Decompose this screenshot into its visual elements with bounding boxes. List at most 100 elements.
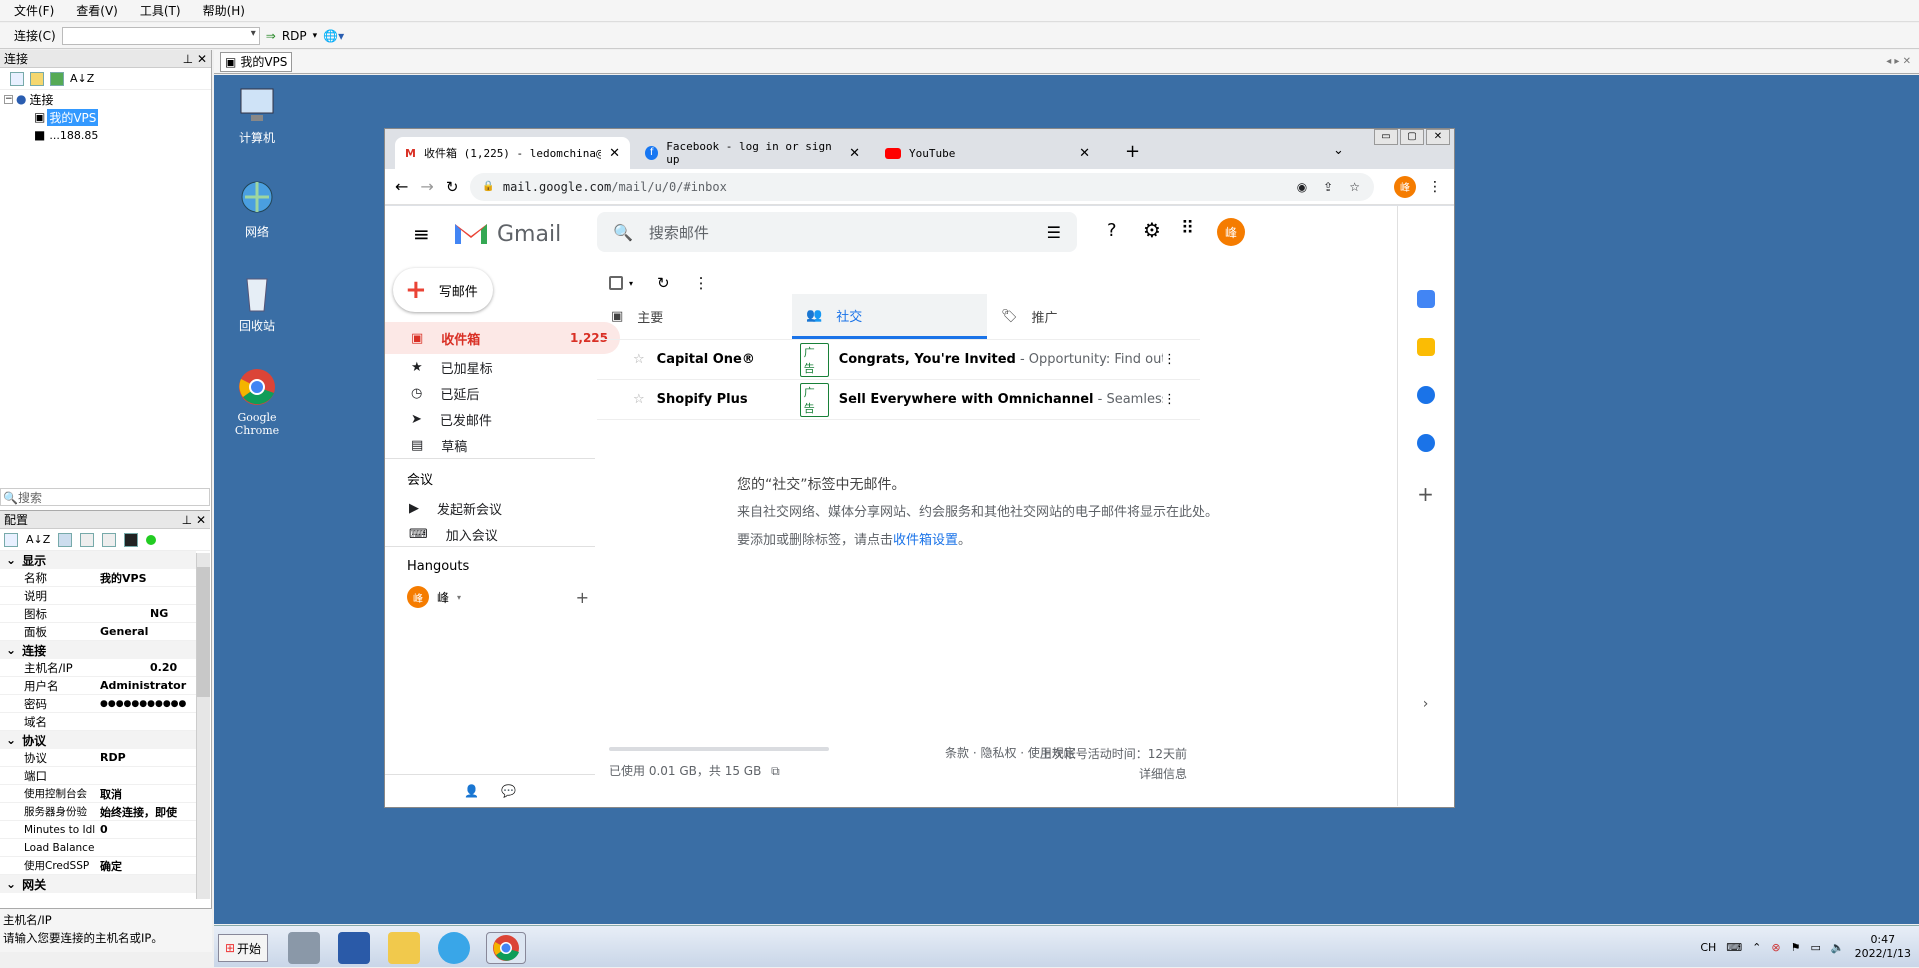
prop-row[interactable]: 面板 General (0, 623, 196, 641)
inherit-icon[interactable] (80, 532, 95, 547)
email-row[interactable]: ☆ Shopify Plus 广告 Sell Everywhere with O… (597, 380, 1200, 420)
prop-row[interactable]: 端口 (0, 767, 196, 785)
nav-starred[interactable]: ★ 已加星标 (385, 354, 625, 380)
chat-icon[interactable]: 💬 (501, 784, 516, 798)
tree-root[interactable]: − ● 连接 (4, 90, 211, 108)
menu-view[interactable]: 查看(V) (76, 2, 118, 19)
gear-icon[interactable]: ⚙ (1143, 218, 1161, 242)
minimize-button[interactable]: ▭ (1374, 129, 1398, 145)
default-icon[interactable] (102, 532, 117, 547)
prop-row[interactable]: 服务器身份验 始终连接，即使 (0, 803, 196, 821)
refresh-icon[interactable]: ↻ (657, 274, 670, 292)
prop-row[interactable]: 使用CredSSP 确定 (0, 857, 196, 875)
prop-row[interactable]: 密码 ●●●●●●●●●●● (0, 695, 196, 713)
inbox-settings-link[interactable]: 收件箱设置 (893, 533, 958, 548)
categorized-icon[interactable] (4, 532, 18, 547)
details-link[interactable]: 详细信息 (1035, 764, 1187, 784)
new-folder-icon[interactable] (30, 71, 44, 86)
sort-icon[interactable]: A↓Z (70, 72, 94, 85)
tab-promotions[interactable]: 🏷 推广 (987, 294, 1182, 339)
nav-snoozed[interactable]: ◷ 已延后 (385, 380, 625, 406)
storage-text[interactable]: 已使用 0.01 GB，共 15 GB ⧉ (609, 762, 780, 779)
tree-item-server[interactable]: ■ ...188.85 (4, 126, 211, 144)
tab-social[interactable]: 👥 社交 (792, 294, 987, 339)
section-protocol[interactable]: ⌄ 协议 (0, 731, 196, 749)
sort-icon[interactable]: A↓Z (26, 533, 50, 546)
ie-icon[interactable] (438, 932, 470, 964)
section-connection[interactable]: ⌄ 连接 (0, 641, 196, 659)
search-input[interactable]: 🔍搜索 (0, 488, 210, 506)
mail-search-box[interactable]: 🔍 搜索邮件 ☰ (597, 212, 1077, 252)
show-hidden-icon[interactable]: ⌃ (1752, 941, 1761, 954)
keep-icon[interactable] (1416, 338, 1435, 356)
apps-icon[interactable]: ⠿ (1181, 218, 1194, 239)
clock[interactable]: 0:47 2022/1/13 (1855, 933, 1911, 961)
powershell-icon[interactable] (338, 932, 370, 964)
connection-combo[interactable] (61, 26, 260, 45)
maximize-button[interactable]: ▢ (1400, 129, 1424, 145)
star-icon[interactable]: ☆ (633, 392, 645, 407)
forward-icon[interactable]: → (420, 177, 433, 196)
tab-facebook[interactable]: f Facebook - log in or sign up ✕ (635, 137, 870, 169)
new-meeting[interactable]: ▶ 发起新会议 (385, 495, 595, 521)
rdp-dropdown[interactable]: RDP (282, 29, 307, 43)
desktop-icon-recycle-bin[interactable]: 回收站 (222, 273, 292, 334)
close-tab-icon[interactable]: ✕ (609, 146, 620, 161)
tasks-icon[interactable] (1416, 386, 1435, 404)
menu-file[interactable]: 文件(F) (14, 2, 54, 19)
main-menu-icon[interactable]: ≡ (413, 222, 430, 246)
tab-scroll-icon[interactable]: ◂ ▸ ✕ (1886, 56, 1911, 67)
share-icon[interactable]: ⇪ (1323, 180, 1333, 194)
volume-icon[interactable]: 🔈 (1831, 941, 1845, 954)
profile-avatar[interactable]: 峰 (1394, 175, 1416, 198)
pin-close-icon[interactable]: ⊥ ✕ (182, 513, 206, 527)
email-row[interactable]: ☆ Capital One® 广告 Congrats, You're Invit… (597, 340, 1200, 380)
section-gateway[interactable]: ⌄ 网关 (0, 875, 196, 893)
back-icon[interactable]: ← (395, 177, 408, 196)
contacts-icon[interactable] (1416, 434, 1435, 452)
more-icon[interactable]: ⋮ (1163, 392, 1176, 407)
star-icon[interactable]: ☆ (633, 352, 645, 367)
search-icon[interactable]: 🔍 (613, 223, 633, 242)
server-manager-icon[interactable] (288, 932, 320, 964)
add-addon-icon[interactable]: + (1398, 482, 1453, 506)
search-options-icon[interactable]: ☰ (1047, 223, 1061, 242)
display-icon[interactable]: ▭ (1810, 941, 1820, 954)
prop-row[interactable]: 名称 我的VPS (0, 569, 196, 587)
config-scrollbar[interactable] (196, 553, 210, 899)
reload-icon[interactable]: ↻ (446, 178, 459, 196)
section-display[interactable]: ⌄ 显示 (0, 551, 196, 569)
explorer-icon[interactable] (388, 932, 420, 964)
prop-row[interactable]: 说明 (0, 587, 196, 605)
prop-row[interactable]: 域名 (0, 713, 196, 731)
tab-my-vps[interactable]: ▣ 我的VPS (220, 51, 293, 72)
start-button[interactable]: ⊞ 开始 (218, 934, 268, 962)
collapse-icon[interactable]: − (4, 94, 13, 104)
help-icon[interactable]: ? (1107, 220, 1117, 241)
gmail-logo-icon[interactable] (453, 218, 489, 249)
chevron-down-icon[interactable]: ▾ (313, 31, 318, 41)
chevron-right-icon[interactable]: › (1398, 696, 1453, 712)
more-icon[interactable]: ⋮ (1163, 352, 1176, 367)
new-connection-icon[interactable] (10, 71, 24, 86)
join-meeting[interactable]: ⌨ 加入会议 (385, 521, 595, 547)
tab-search-icon[interactable]: ⌄ (1333, 143, 1344, 158)
star-icon[interactable]: ☆ (1349, 180, 1360, 194)
tab-gmail[interactable]: M 收件箱 (1,225) - ledomchina@g ✕ (395, 137, 630, 169)
desktop-icon-chrome[interactable]: Google Chrome (222, 367, 292, 437)
icon-picker-icon[interactable] (124, 532, 139, 547)
person-icon[interactable]: 👤 (464, 784, 479, 798)
close-tab-icon[interactable]: ✕ (849, 146, 860, 161)
chrome-menu-icon[interactable]: ⋮ (1428, 179, 1442, 195)
close-tab-icon[interactable]: ✕ (1079, 146, 1090, 161)
tab-primary[interactable]: ▣ 主要 (597, 294, 792, 339)
url-input[interactable]: 🔒 mail.google.com/mail/u/0/#inbox ◉ ⇪ ☆ (470, 172, 1374, 201)
chevron-down-icon[interactable]: ▾ (457, 593, 461, 602)
chrome-taskbar-icon[interactable] (486, 932, 526, 964)
prop-row[interactable]: Minutes to Idl 0 (0, 821, 196, 839)
desktop-icon-network[interactable]: 网络 (222, 179, 292, 240)
network-icon[interactable]: ⊗ (1771, 941, 1780, 954)
keyboard-icon[interactable]: ⌨ (1726, 941, 1742, 954)
prop-row[interactable]: 用户名 Administrator (0, 677, 196, 695)
properties-icon[interactable] (58, 532, 73, 547)
